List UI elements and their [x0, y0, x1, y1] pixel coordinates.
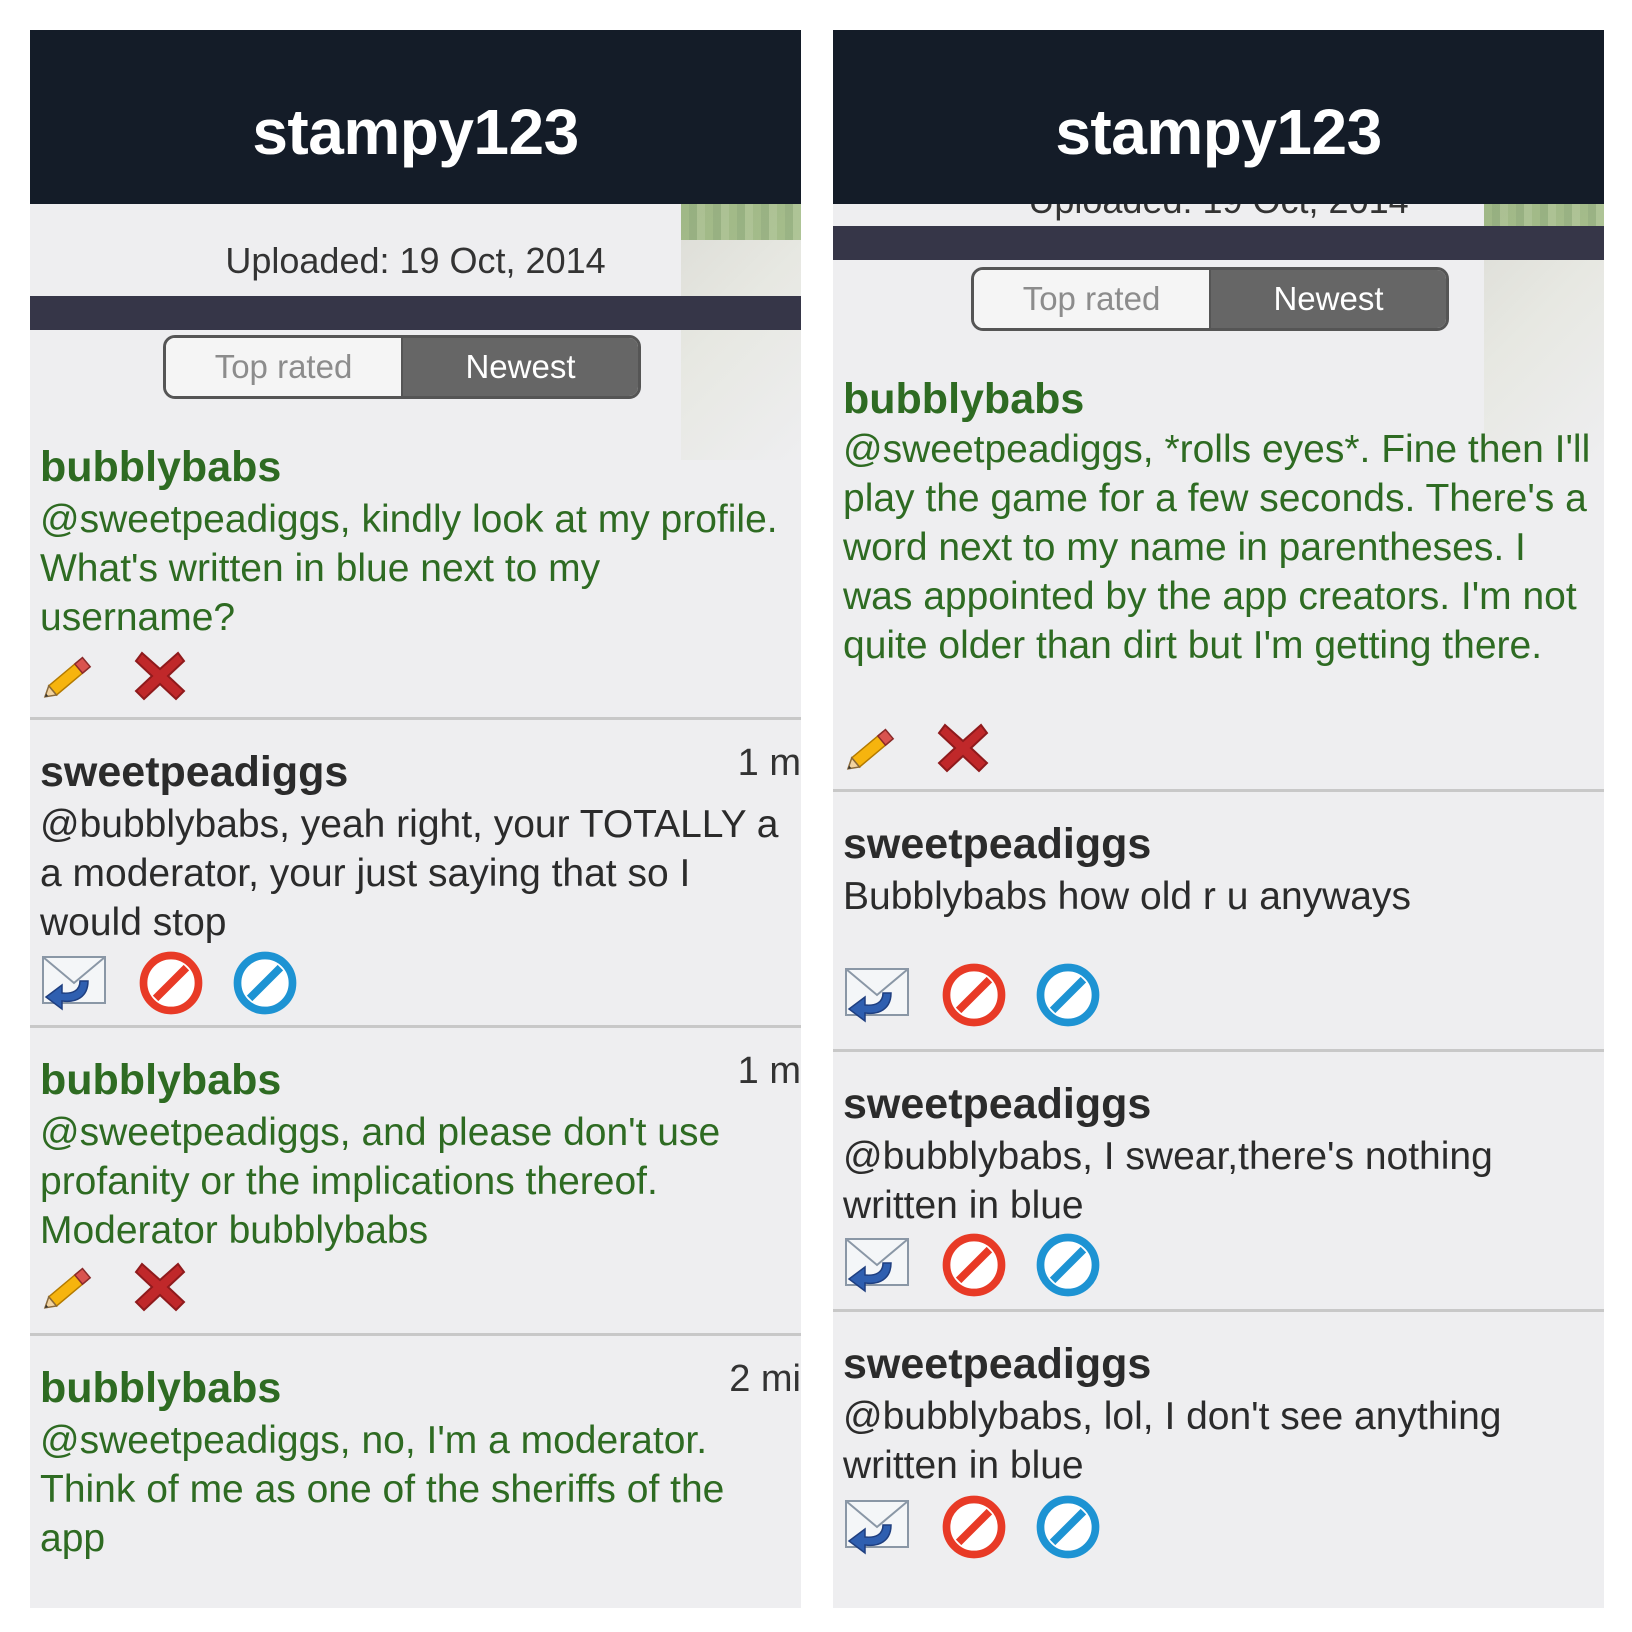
blue-block-icon[interactable]: [1035, 1232, 1101, 1298]
divider-bar: [30, 296, 801, 330]
comment-item: sweetpeadiggs @bubblybabs, lol, I don't …: [833, 1312, 1604, 1572]
tab-newest[interactable]: Newest: [1211, 270, 1446, 328]
comment-time: 1 m: [737, 1050, 801, 1092]
upload-date: Uploaded: 19 Oct, 2014: [225, 240, 606, 281]
red-block-icon[interactable]: [138, 950, 204, 1016]
tab-newest[interactable]: Newest: [403, 338, 638, 396]
comment-item: bubblybabs @sweetpeadiggs, *rolls eyes*.…: [833, 355, 1604, 792]
comment-item: bubblybabs 2 mi @sweetpeadiggs, no, I'm …: [30, 1336, 801, 1596]
red-x-icon[interactable]: [933, 717, 993, 777]
comment-text: Bubblybabs how old r u anyways: [843, 875, 1411, 918]
comment-author[interactable]: bubblybabs: [40, 443, 281, 492]
comment-actions: [843, 1494, 1129, 1560]
comment-actions: [40, 1256, 218, 1316]
comment-item: sweetpeadiggs @bubblybabs, I swear,there…: [833, 1052, 1604, 1312]
pencil-icon[interactable]: [843, 717, 905, 777]
left-screenshot-panel: stampy123 Uploaded: 19 Oct, 2014 Top rat…: [30, 30, 801, 1608]
comment-list: bubblybabs @sweetpeadiggs, kindly look a…: [30, 425, 801, 1596]
comment-author[interactable]: sweetpeadiggs: [843, 820, 1151, 869]
comment-list: bubblybabs @sweetpeadiggs, *rolls eyes*.…: [833, 355, 1604, 1572]
comment-author[interactable]: sweetpeadiggs: [843, 1340, 1151, 1389]
tab-top-rated[interactable]: Top rated: [974, 270, 1211, 328]
comment-item: bubblybabs 1 m @sweetpeadiggs, and pleas…: [30, 1028, 801, 1336]
comment-text: @sweetpeadiggs, no, I'm a moderator. Thi…: [40, 1419, 725, 1560]
red-block-icon[interactable]: [941, 1232, 1007, 1298]
comment-item: bubblybabs @sweetpeadiggs, kindly look a…: [30, 425, 801, 720]
blue-block-icon[interactable]: [1035, 962, 1101, 1028]
comment-text: @bubblybabs, yeah right, your TOTALLY a …: [40, 803, 779, 944]
comment-author[interactable]: bubblybabs: [843, 375, 1084, 424]
comment-author[interactable]: bubblybabs: [40, 1364, 281, 1413]
background-grass-block: [681, 200, 801, 460]
page-title: stampy123: [252, 96, 579, 168]
comment-actions: [843, 717, 1021, 777]
app-header: stampy123: [30, 30, 801, 204]
red-block-icon[interactable]: [941, 962, 1007, 1028]
red-block-icon[interactable]: [941, 1494, 1007, 1560]
divider-bar: [833, 226, 1604, 260]
app-header: stampy123: [833, 30, 1604, 204]
comment-actions: [40, 950, 326, 1016]
comment-actions: [843, 1232, 1129, 1298]
comment-author[interactable]: bubblybabs: [40, 1056, 281, 1105]
comment-author[interactable]: sweetpeadiggs: [843, 1080, 1151, 1129]
reply-mail-icon[interactable]: [40, 953, 110, 1013]
comment-actions: [843, 962, 1129, 1028]
tab-top-rated[interactable]: Top rated: [166, 338, 403, 396]
page-title: stampy123: [1055, 96, 1382, 168]
sort-segmented-control: Top rated Newest: [971, 267, 1449, 331]
comment-time: 2 mi: [729, 1358, 801, 1400]
blue-block-icon[interactable]: [1035, 1494, 1101, 1560]
pencil-icon[interactable]: [40, 645, 102, 705]
comment-text: @bubblybabs, lol, I don't see anything w…: [843, 1395, 1502, 1487]
comment-text: @bubblybabs, I swear,there's nothing wri…: [843, 1135, 1493, 1227]
reply-mail-icon[interactable]: [843, 1235, 913, 1295]
right-screenshot-panel: stampy123 Uploaded: 19 Oct, 2014 Top rat…: [833, 30, 1604, 1608]
reply-mail-icon[interactable]: [843, 965, 913, 1025]
comment-text: @sweetpeadiggs, kindly look at my profil…: [40, 498, 778, 639]
comment-time: 1 m: [737, 742, 801, 784]
pencil-icon[interactable]: [40, 1256, 102, 1316]
sort-segmented-control: Top rated Newest: [163, 335, 641, 399]
comment-item: sweetpeadiggs Bubblybabs how old r u any…: [833, 792, 1604, 1052]
comment-text: @sweetpeadiggs, and please don't use pro…: [40, 1111, 721, 1252]
comment-item: sweetpeadiggs 1 m @bubblybabs, yeah righ…: [30, 720, 801, 1028]
comment-actions: [40, 645, 218, 705]
blue-block-icon[interactable]: [232, 950, 298, 1016]
reply-mail-icon[interactable]: [843, 1497, 913, 1557]
red-x-icon[interactable]: [130, 645, 190, 705]
comment-author[interactable]: sweetpeadiggs: [40, 748, 348, 797]
red-x-icon[interactable]: [130, 1256, 190, 1316]
comment-text: @sweetpeadiggs, *rolls eyes*. Fine then …: [843, 428, 1591, 667]
